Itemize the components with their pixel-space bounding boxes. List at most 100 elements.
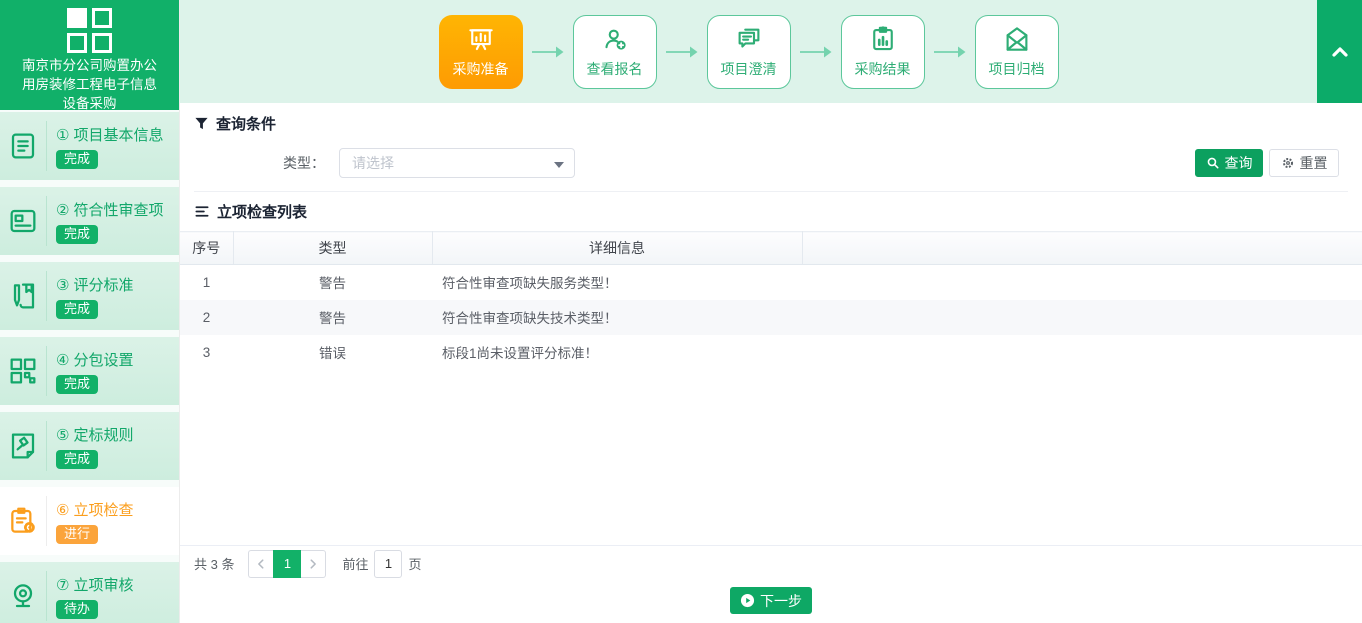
project-title: 南京市分公司购置办公用房装修工程电子信息设备采购 <box>20 56 160 113</box>
column-header-index: 序号 <box>180 232 233 265</box>
sidebar-menu: ①项目基本信息 完成 ②符合性审查项 完成 ③评分标准 完成 <box>0 110 179 623</box>
sidebar-item-project-info[interactable]: ①项目基本信息 完成 <box>0 112 179 180</box>
reset-gear-icon <box>1281 156 1295 170</box>
list-section: 立项检查列表 序号 类型 详细信息 1 警告 符合性审查项缺失服务类型！ <box>180 192 1362 370</box>
column-header-type: 类型 <box>233 232 432 265</box>
status-badge: 待办 <box>56 600 98 619</box>
filter-icon <box>194 116 209 131</box>
arrow-right-icon <box>665 45 699 59</box>
page-number-button[interactable]: 1 <box>273 550 301 578</box>
status-badge: 完成 <box>56 375 98 394</box>
grid-qr-icon <box>0 355 46 387</box>
reset-button-label: 重置 <box>1300 153 1328 173</box>
pen-book-icon <box>0 280 46 312</box>
arrow-right-icon <box>933 45 967 59</box>
status-badge: 完成 <box>56 450 98 469</box>
column-header-detail: 详细信息 <box>432 232 802 265</box>
status-badge: 完成 <box>56 150 98 169</box>
cell-type: 错误 <box>233 335 432 370</box>
sidebar-item-compliance-review[interactable]: ②符合性审查项 完成 <box>0 187 179 255</box>
chart-board-icon <box>466 24 496 54</box>
sidebar-item-project-approval[interactable]: ⑦立项审核 待办 <box>0 562 179 623</box>
step-project-archive[interactable]: 项目归档 <box>975 15 1059 89</box>
sidebar: 南京市分公司购置办公用房装修工程电子信息设备采购 ①项目基本信息 完成 ②符合性… <box>0 0 180 623</box>
step-view-registration[interactable]: 查看报名 <box>573 15 657 89</box>
sidebar-header: 南京市分公司购置办公用房装修工程电子信息设备采购 <box>0 0 179 110</box>
gavel-document-icon <box>0 430 46 462</box>
step-label: 项目澄清 <box>721 59 777 79</box>
type-label: 类型： <box>239 148 325 178</box>
chevron-up-icon <box>1328 40 1352 64</box>
column-header-empty <box>802 232 1362 265</box>
chevron-right-icon <box>307 558 319 570</box>
reset-button[interactable]: 重置 <box>1269 149 1339 177</box>
check-list-table: 序号 类型 详细信息 1 警告 符合性审查项缺失服务类型！ 2 警告 符合性审查… <box>180 231 1362 370</box>
sidebar-item-label: 定标规则 <box>73 427 133 444</box>
sidebar-item-award-rules[interactable]: ⑤定标规则 完成 <box>0 412 179 480</box>
section-divider <box>194 191 1348 192</box>
list-section-title: 立项检查列表 <box>217 201 307 222</box>
type-select-input[interactable] <box>340 149 540 177</box>
step-label: 采购结果 <box>855 59 911 79</box>
envelope-open-icon <box>1002 24 1032 54</box>
type-select[interactable] <box>339 148 575 178</box>
step-procurement-prep[interactable]: 采购准备 <box>439 15 523 89</box>
cell-detail: 符合性审查项缺失服务类型！ <box>432 265 802 300</box>
clipboard-gear-icon <box>0 505 46 537</box>
play-circle-icon <box>740 593 755 608</box>
chevron-left-icon <box>255 558 267 570</box>
main-content: 查询条件 类型： 查询 重置 <box>180 103 1362 623</box>
next-step-button[interactable]: 下一步 <box>730 587 812 614</box>
search-button[interactable]: 查询 <box>1195 149 1263 177</box>
sidebar-item-label: 项目基本信息 <box>73 127 163 144</box>
sidebar-item-subpackage-settings[interactable]: ④分包设置 完成 <box>0 337 179 405</box>
step-label: 项目归档 <box>989 59 1045 79</box>
chat-bubbles-icon <box>734 24 764 54</box>
app-logo-icon <box>67 8 112 53</box>
clipboard-chart-icon <box>868 24 898 54</box>
arrow-right-icon <box>799 45 833 59</box>
sidebar-item-project-check[interactable]: ⑥立项检查 进行 <box>0 487 179 555</box>
step-number: ① <box>56 127 69 144</box>
table-row: 3 错误 标段1尚未设置评分标准！ <box>180 335 1362 370</box>
status-badge: 进行 <box>56 525 98 544</box>
goto-label: 前往 <box>342 554 368 573</box>
workflow-steps: 采购准备 查看报名 项目澄清 <box>180 0 1317 103</box>
cell-detail: 标段1尚未设置评分标准！ <box>432 335 802 370</box>
sidebar-item-label: 符合性审查项 <box>73 202 163 219</box>
search-button-label: 查询 <box>1225 153 1253 173</box>
step-procurement-result[interactable]: 采购结果 <box>841 15 925 89</box>
prev-page-button[interactable] <box>248 550 273 578</box>
sidebar-item-label: 评分标准 <box>73 277 133 294</box>
total-count: 共 3 条 <box>194 554 234 573</box>
goto-page-input[interactable] <box>374 550 402 578</box>
list-icon <box>194 204 210 219</box>
step-label: 采购准备 <box>453 59 509 79</box>
step-number: ④ <box>56 352 69 369</box>
cell-index: 1 <box>180 265 233 300</box>
step-number: ⑤ <box>56 427 69 444</box>
cell-type: 警告 <box>233 265 432 300</box>
next-page-button[interactable] <box>301 550 326 578</box>
workflow-topbar: 采购准备 查看报名 项目澄清 <box>180 0 1362 103</box>
table-row: 2 警告 符合性审查项缺失技术类型！ <box>180 300 1362 335</box>
collapse-topbar-button[interactable] <box>1317 0 1362 103</box>
sidebar-item-scoring-standard[interactable]: ③评分标准 完成 <box>0 262 179 330</box>
arrow-right-icon <box>531 45 565 59</box>
page-unit-label: 页 <box>408 554 421 573</box>
sidebar-item-label: 立项审核 <box>73 577 133 594</box>
table-header-row: 序号 类型 详细信息 <box>180 232 1362 265</box>
id-card-icon <box>0 205 46 237</box>
query-section-title: 查询条件 <box>216 113 276 134</box>
webcam-icon <box>0 580 46 612</box>
step-number: ⑥ <box>56 502 69 519</box>
pagination-bar: 共 3 条 1 前往 页 <box>180 545 1362 581</box>
status-badge: 完成 <box>56 225 98 244</box>
step-project-clarification[interactable]: 项目澄清 <box>707 15 791 89</box>
sidebar-item-label: 分包设置 <box>73 352 133 369</box>
table-row: 1 警告 符合性审查项缺失服务类型！ <box>180 265 1362 300</box>
chevron-down-icon <box>554 162 564 168</box>
step-number: ⑦ <box>56 577 69 594</box>
step-number: ② <box>56 202 69 219</box>
person-add-icon <box>600 24 630 54</box>
